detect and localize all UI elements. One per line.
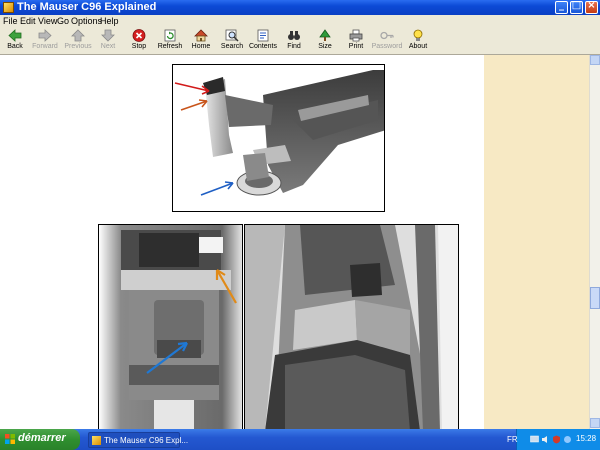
- minimize-icon: _: [559, 0, 564, 11]
- menu-help[interactable]: Help: [100, 15, 119, 27]
- figure-top-photo: [172, 64, 385, 212]
- title-bar: The Mauser C96 Explained _ □ ×: [0, 0, 600, 15]
- find-label: Find: [287, 43, 301, 50]
- clock: 15:28: [576, 434, 597, 443]
- search-button[interactable]: Search: [215, 29, 249, 54]
- find-button[interactable]: Find: [277, 29, 311, 54]
- about-label: About: [408, 43, 428, 50]
- print-button[interactable]: Print: [339, 29, 373, 54]
- security-icon[interactable]: [552, 435, 561, 444]
- tree-icon: [319, 29, 331, 41]
- close-icon: ×: [587, 0, 596, 11]
- stop-button[interactable]: Stop: [122, 29, 156, 54]
- size-label: Size: [318, 43, 332, 50]
- next-label: Next: [100, 43, 116, 50]
- key-icon: [380, 31, 394, 40]
- figure-bottom-right-photo: [244, 224, 459, 429]
- menu-go[interactable]: Go: [57, 15, 69, 27]
- contents-icon: [257, 29, 269, 42]
- print-label: Print: [348, 43, 364, 50]
- page-margin-right: [484, 55, 589, 429]
- home-icon: [194, 29, 208, 42]
- help-book-icon: [92, 436, 101, 445]
- binoculars-icon: [288, 31, 300, 40]
- refresh-button[interactable]: Refresh: [153, 29, 187, 54]
- back-arrow-icon: [8, 29, 22, 42]
- scroll-thumb[interactable]: [590, 287, 600, 309]
- forward-arrow-icon: [38, 29, 52, 42]
- lightbulb-icon: [413, 29, 423, 41]
- stop-label: Stop: [131, 43, 147, 50]
- taskbar-item-mauser[interactable]: The Mauser C96 Expl...: [88, 432, 188, 448]
- printer-icon: [349, 29, 363, 42]
- figure-bottom-left-photo: [98, 224, 243, 429]
- minimize-button[interactable]: _: [555, 0, 568, 14]
- page-margin-left: [0, 55, 72, 429]
- stop-icon: [132, 29, 146, 42]
- menu-options[interactable]: Options: [71, 15, 102, 27]
- menu-file[interactable]: File: [3, 15, 18, 27]
- locking-block-image: [245, 225, 458, 429]
- refresh-label: Refresh: [157, 43, 183, 50]
- toolbar: Back Forward Previous Next Stop Refresh …: [0, 27, 600, 55]
- start-button[interactable]: démarrer: [0, 429, 80, 450]
- mauser-part-image: [173, 65, 384, 211]
- maximize-icon: □: [571, 0, 582, 11]
- maximize-button[interactable]: □: [570, 0, 583, 14]
- speaker-icon[interactable]: [541, 435, 550, 444]
- up-arrow-icon: [71, 29, 85, 42]
- vertical-scrollbar[interactable]: [589, 55, 600, 429]
- contents-label: Contents: [248, 43, 278, 50]
- search-icon: [225, 29, 239, 42]
- search-label: Search: [220, 43, 244, 50]
- refresh-icon: [164, 29, 176, 42]
- windows-logo-icon: [5, 434, 15, 444]
- previous-button[interactable]: Previous: [61, 29, 95, 54]
- start-label: démarrer: [18, 432, 66, 444]
- app-icon: [3, 2, 14, 13]
- forward-button[interactable]: Forward: [28, 29, 62, 54]
- size-button[interactable]: Size: [308, 29, 342, 54]
- scroll-up-arrow-icon[interactable]: [590, 55, 600, 65]
- menu-edit[interactable]: Edit: [20, 15, 36, 27]
- about-button[interactable]: About: [401, 29, 435, 54]
- next-button[interactable]: Next: [91, 29, 125, 54]
- password-button[interactable]: Password: [370, 29, 404, 54]
- language-indicator[interactable]: FR: [507, 435, 518, 444]
- forward-label: Forward: [32, 43, 58, 50]
- network-icon[interactable]: [530, 435, 539, 444]
- menu-bar: File Edit View Go Options Help: [0, 15, 600, 27]
- menu-view[interactable]: View: [38, 15, 57, 27]
- breech-closeup-image: [99, 225, 242, 429]
- system-tray: FR 15:28: [507, 429, 600, 450]
- taskbar-item-label: The Mauser C96 Expl...: [104, 436, 189, 445]
- tray-app-icon[interactable]: [563, 435, 572, 444]
- contents-button[interactable]: Contents: [246, 29, 280, 54]
- home-button[interactable]: Home: [184, 29, 218, 54]
- close-button[interactable]: ×: [585, 0, 598, 14]
- scroll-down-arrow-icon[interactable]: [590, 418, 600, 428]
- home-label: Home: [191, 43, 211, 50]
- document-content: [0, 55, 589, 429]
- down-arrow-icon: [101, 29, 115, 42]
- taskbar: démarrer The Mauser C96 Expl... FR 15:28: [0, 429, 600, 450]
- password-label: Password: [371, 43, 403, 50]
- window-title: The Mauser C96 Explained: [17, 1, 157, 13]
- previous-label: Previous: [64, 43, 92, 50]
